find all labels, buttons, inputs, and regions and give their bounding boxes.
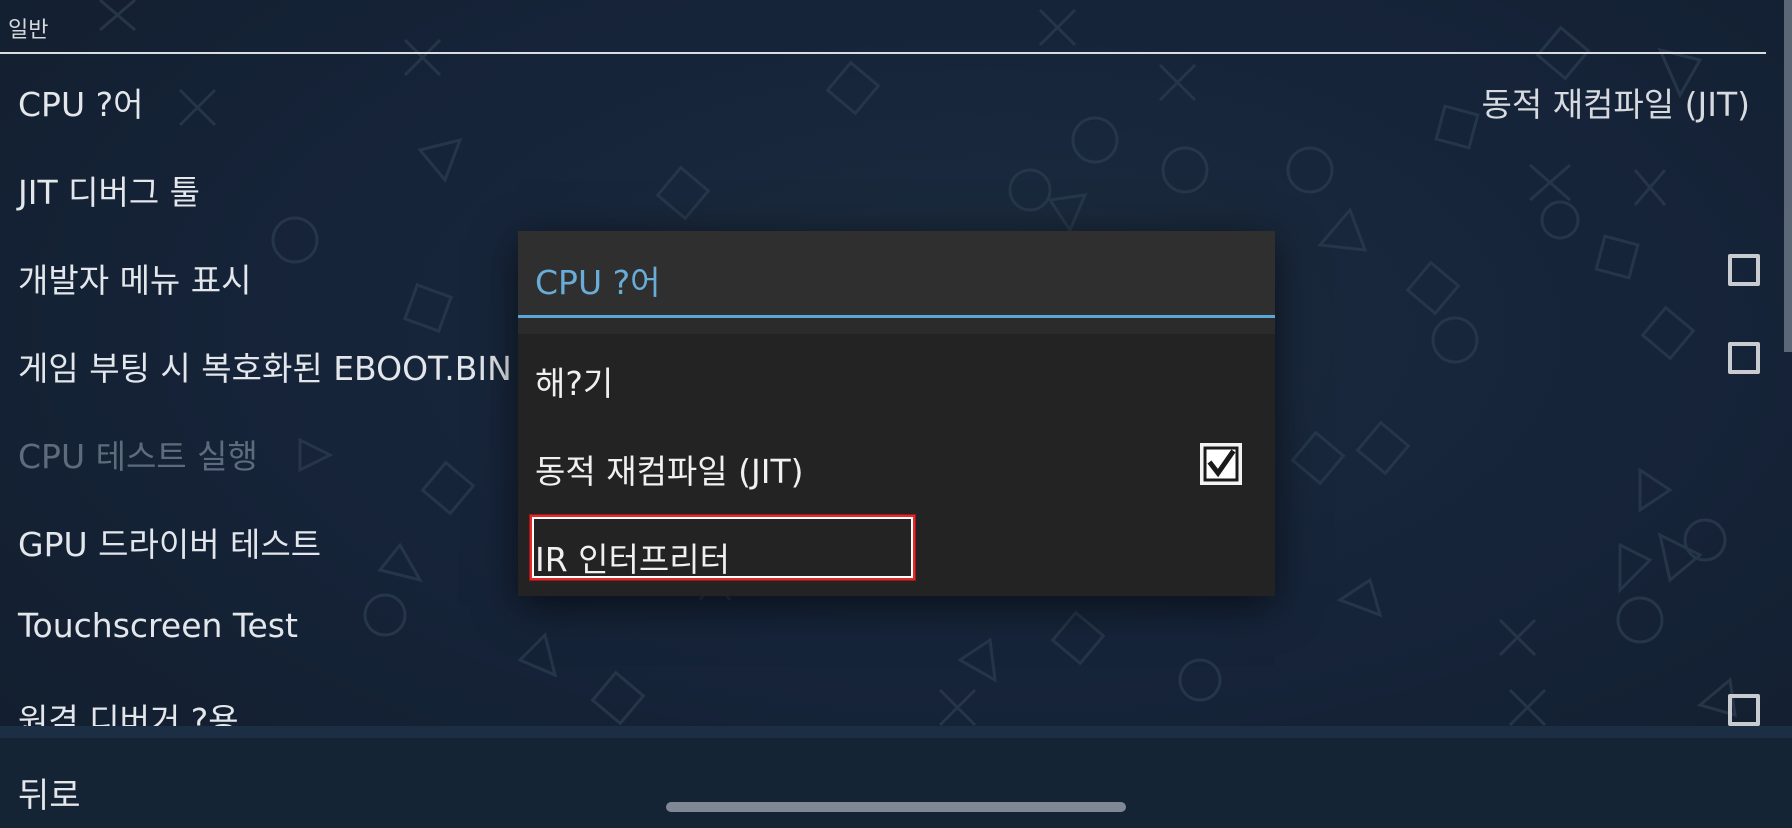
setting-label: JIT 디버그 툴 [18, 173, 201, 212]
dialog-header: CPU ?어 [518, 231, 1275, 317]
check-icon[interactable] [1200, 443, 1242, 485]
checkbox-icon[interactable] [1728, 694, 1760, 726]
setting-label: Touchscreen Test [18, 606, 298, 645]
section-header-title: 일반 [8, 18, 49, 43]
settings-screen: 일반 CPU ?어 동적 재컴파일 (JIT) JIT 디버그 툴 개발자 메뉴… [0, 0, 1792, 828]
dialog-option-jit[interactable]: 동적 재컴파일 (JIT) [518, 422, 1275, 510]
dialog-option-ir-interpreter[interactable]: IR 인터프리터 [518, 510, 1275, 598]
back-button[interactable]: 뒤로 [18, 768, 81, 817]
dialog-option-label: IR 인터프리터 [535, 540, 730, 579]
checkbox-icon[interactable] [1728, 342, 1760, 374]
dialog-title: CPU ?어 [535, 263, 661, 302]
dialog-option-label: 해?기 [535, 364, 614, 403]
setting-label: CPU ?어 [18, 85, 144, 124]
home-indicator[interactable] [666, 802, 1126, 812]
checkbox-icon[interactable] [1728, 254, 1760, 286]
setting-label: 원격 디버거 ?용 [18, 701, 239, 726]
dialog-option-label: 동적 재컴파일 (JIT) [535, 452, 804, 491]
setting-label: GPU 드라이버 테스트 [18, 525, 322, 564]
dialog-option-interpreter[interactable]: 해?기 [518, 334, 1275, 422]
setting-label: 개발자 메뉴 표시 [18, 261, 252, 300]
dialog-gap [518, 318, 1275, 334]
setting-remote-debugger[interactable]: 원격 디버거 ?용 [0, 672, 1766, 726]
cpu-core-dialog: CPU ?어 해?기 동적 재컴파일 (JIT) IR 인터프리터 [518, 231, 1275, 596]
setting-cpu-core[interactable]: CPU ?어 동적 재컴파일 (JIT) [0, 56, 1766, 144]
scrollbar[interactable] [1784, 0, 1792, 352]
setting-jit-debug-tools[interactable]: JIT 디버그 툴 [0, 144, 1766, 232]
footer: 뒤로 [0, 726, 1792, 828]
setting-label: 게임 부팅 시 복호화된 EBOOT.BIN 덤프 [18, 349, 584, 388]
setting-label: CPU 테스트 실행 [18, 437, 258, 476]
setting-value: 동적 재컴파일 (JIT) [1481, 85, 1750, 124]
section-header: 일반 [0, 0, 1766, 54]
